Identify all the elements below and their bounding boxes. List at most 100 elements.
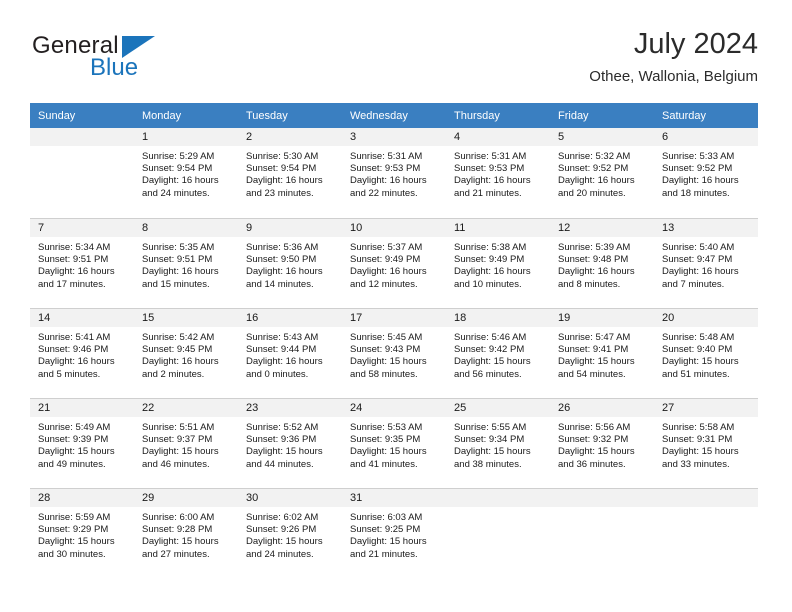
calendar-day-cell[interactable]: 7 Sunrise: 5:34 AM Sunset: 9:51 PM Daylight…	[30, 218, 134, 308]
day-cell-inner: 7 Sunrise: 5:34 AM Sunset: 9:51 PM Daylight…	[30, 218, 134, 308]
calendar-day-cell[interactable]: 25 Sunrise: 5:55 AM Sunset: 9:34 PM Dayligh…	[446, 398, 550, 488]
day-cell-inner: 31 Sunrise: 6:03 AM Sunset: 9:25 PM Dayligh…	[342, 488, 446, 578]
calendar-day-cell[interactable]: 29 Sunrise: 6:00 AM Sunset: 9:28 PM Dayligh…	[134, 488, 238, 578]
day-details: Sunrise: 5:36 AM Sunset: 9:50 PM Daylight:…	[238, 237, 342, 291]
day-details: Sunrise: 6:02 AM Sunset: 9:26 PM Daylight:…	[238, 507, 342, 561]
sunset-text: Sunset: 9:44 PM	[246, 344, 317, 356]
calendar-day-cell[interactable]: 28 Sunrise: 5:59 AM Sunset: 9:29 PM Dayligh…	[30, 488, 134, 578]
sunrise-text: Sunrise: 5:38 AM	[454, 242, 527, 253]
calendar-day-cell[interactable]: 1 Sunrise: 5:29 AM Sunset: 9:54 PM Daylight…	[134, 128, 238, 218]
day-cell-inner: 25 Sunrise: 5:55 AM Sunset: 9:34 PM Dayligh…	[446, 398, 550, 488]
daylight-text-line2: and 5 minutes.	[38, 368, 101, 380]
daylight-text-line2: and 18 minutes.	[662, 187, 730, 199]
day-details: Sunrise: 5:35 AM Sunset: 9:51 PM Daylight:…	[134, 237, 238, 291]
brand-logo[interactable]: General Blue	[30, 32, 230, 88]
day-number	[654, 489, 758, 507]
calendar-day-cell[interactable]: 24 Sunrise: 5:53 AM Sunset: 9:35 PM Dayligh…	[342, 398, 446, 488]
daylight-text-line2: and 0 minutes.	[246, 368, 309, 380]
day-cell-inner: 11 Sunrise: 5:38 AM Sunset: 9:49 PM Dayligh…	[446, 218, 550, 308]
sunrise-text: Sunrise: 5:30 AM	[246, 151, 319, 162]
daylight-text-line2: and 58 minutes.	[350, 368, 418, 380]
daylight-text-line2: and 33 minutes.	[662, 458, 730, 470]
daylight-text-line2: and 22 minutes.	[350, 187, 418, 199]
calendar-day-cell[interactable]: 26 Sunrise: 5:56 AM Sunset: 9:32 PM Dayligh…	[550, 398, 654, 488]
calendar-day-cell[interactable]: 12 Sunrise: 5:39 AM Sunset: 9:48 PM Dayligh…	[550, 218, 654, 308]
day-cell-inner: 27 Sunrise: 5:58 AM Sunset: 9:31 PM Dayligh…	[654, 398, 758, 488]
daylight-text-line2: and 49 minutes.	[38, 458, 106, 470]
day-number: 26	[550, 399, 654, 417]
calendar-day-cell[interactable]: 9 Sunrise: 5:36 AM Sunset: 9:50 PM Daylight…	[238, 218, 342, 308]
calendar-day-cell[interactable]: 18 Sunrise: 5:46 AM Sunset: 9:42 PM Dayligh…	[446, 308, 550, 398]
sunrise-text: Sunrise: 6:00 AM	[142, 512, 215, 523]
daylight-text-line2: and 14 minutes.	[246, 278, 314, 290]
daylight-text-line2: and 2 minutes.	[142, 368, 205, 380]
calendar-day-cell[interactable]: 10 Sunrise: 5:37 AM Sunset: 9:49 PM Dayligh…	[342, 218, 446, 308]
calendar-day-cell[interactable]: 22 Sunrise: 5:51 AM Sunset: 9:37 PM Dayligh…	[134, 398, 238, 488]
daylight-text-line1: Daylight: 15 hours	[558, 446, 635, 458]
calendar-day-cell[interactable]: 17 Sunrise: 5:45 AM Sunset: 9:43 PM Dayligh…	[342, 308, 446, 398]
day-number: 7	[30, 219, 134, 237]
calendar-day-cell[interactable]: 20 Sunrise: 5:48 AM Sunset: 9:40 PM Dayligh…	[654, 308, 758, 398]
daylight-text-line1: Daylight: 16 hours	[350, 175, 427, 187]
calendar-day-cell[interactable]: 30 Sunrise: 6:02 AM Sunset: 9:26 PM Dayligh…	[238, 488, 342, 578]
day-details: Sunrise: 5:30 AM Sunset: 9:54 PM Daylight:…	[238, 146, 342, 200]
daylight-text-line2: and 12 minutes.	[350, 278, 418, 290]
day-cell-inner: 15 Sunrise: 5:42 AM Sunset: 9:45 PM Dayligh…	[134, 308, 238, 398]
calendar-day-cell[interactable]: 3 Sunrise: 5:31 AM Sunset: 9:53 PM Daylight…	[342, 128, 446, 218]
daylight-text-line2: and 51 minutes.	[662, 368, 730, 380]
daylight-text-line2: and 30 minutes.	[38, 548, 106, 560]
day-details: Sunrise: 5:48 AM Sunset: 9:40 PM Daylight:…	[654, 327, 758, 381]
weekday-header-saturday: Saturday	[654, 103, 758, 128]
day-number: 29	[134, 489, 238, 507]
calendar-day-cell[interactable]: 6 Sunrise: 5:33 AM Sunset: 9:52 PM Daylight…	[654, 128, 758, 218]
day-cell-inner	[654, 488, 758, 578]
calendar-day-cell[interactable]: 21 Sunrise: 5:49 AM Sunset: 9:39 PM Dayligh…	[30, 398, 134, 488]
calendar-day-cell[interactable]: 11 Sunrise: 5:38 AM Sunset: 9:49 PM Dayligh…	[446, 218, 550, 308]
day-number: 27	[654, 399, 758, 417]
day-cell-inner: 30 Sunrise: 6:02 AM Sunset: 9:26 PM Dayligh…	[238, 488, 342, 578]
day-cell-inner: 10 Sunrise: 5:37 AM Sunset: 9:49 PM Dayligh…	[342, 218, 446, 308]
sunrise-text: Sunrise: 5:32 AM	[558, 151, 631, 162]
calendar-week-row: 1 Sunrise: 5:29 AM Sunset: 9:54 PM Daylight…	[30, 128, 758, 218]
calendar-day-cell[interactable]: 19 Sunrise: 5:47 AM Sunset: 9:41 PM Dayligh…	[550, 308, 654, 398]
weekday-header-tuesday: Tuesday	[238, 103, 342, 128]
calendar-day-cell[interactable]: 23 Sunrise: 5:52 AM Sunset: 9:36 PM Dayligh…	[238, 398, 342, 488]
calendar-header-row: Sunday Monday Tuesday Wednesday Thursday…	[30, 103, 758, 128]
daylight-text-line2: and 54 minutes.	[558, 368, 626, 380]
calendar-day-cell[interactable]: 31 Sunrise: 6:03 AM Sunset: 9:25 PM Dayligh…	[342, 488, 446, 578]
daylight-text-line1: Daylight: 15 hours	[350, 356, 427, 368]
calendar-day-cell[interactable]: 27 Sunrise: 5:58 AM Sunset: 9:31 PM Dayligh…	[654, 398, 758, 488]
sunset-text: Sunset: 9:51 PM	[38, 254, 109, 266]
calendar-day-cell[interactable]: 13 Sunrise: 5:40 AM Sunset: 9:47 PM Dayligh…	[654, 218, 758, 308]
day-cell-inner: 2 Sunrise: 5:30 AM Sunset: 9:54 PM Daylight…	[238, 128, 342, 218]
day-number	[550, 489, 654, 507]
sunrise-text: Sunrise: 5:56 AM	[558, 422, 631, 433]
sunrise-text: Sunrise: 6:03 AM	[350, 512, 423, 523]
daylight-text-line2: and 8 minutes.	[558, 278, 621, 290]
calendar-day-cell[interactable]: 15 Sunrise: 5:42 AM Sunset: 9:45 PM Dayligh…	[134, 308, 238, 398]
sunset-text: Sunset: 9:50 PM	[246, 254, 317, 266]
daylight-text-line1: Daylight: 15 hours	[142, 536, 219, 548]
calendar-day-cell[interactable]: 14 Sunrise: 5:41 AM Sunset: 9:46 PM Dayligh…	[30, 308, 134, 398]
day-number: 13	[654, 219, 758, 237]
sunrise-text: Sunrise: 5:48 AM	[662, 332, 735, 343]
calendar-day-cell[interactable]: 5 Sunrise: 5:32 AM Sunset: 9:52 PM Daylight…	[550, 128, 654, 218]
day-cell-inner: 24 Sunrise: 5:53 AM Sunset: 9:35 PM Dayligh…	[342, 398, 446, 488]
sunrise-text: Sunrise: 5:37 AM	[350, 242, 423, 253]
sunrise-text: Sunrise: 5:51 AM	[142, 422, 215, 433]
sunset-text: Sunset: 9:37 PM	[142, 434, 213, 446]
calendar-day-cell[interactable]: 8 Sunrise: 5:35 AM Sunset: 9:51 PM Daylight…	[134, 218, 238, 308]
day-details: Sunrise: 5:37 AM Sunset: 9:49 PM Daylight:…	[342, 237, 446, 291]
daylight-text-line1: Daylight: 16 hours	[38, 356, 115, 368]
calendar-day-cell[interactable]: 16 Sunrise: 5:43 AM Sunset: 9:44 PM Dayligh…	[238, 308, 342, 398]
day-details: Sunrise: 5:56 AM Sunset: 9:32 PM Daylight:…	[550, 417, 654, 471]
day-cell-inner: 28 Sunrise: 5:59 AM Sunset: 9:29 PM Dayligh…	[30, 488, 134, 578]
calendar-day-cell[interactable]: 4 Sunrise: 5:31 AM Sunset: 9:53 PM Daylight…	[446, 128, 550, 218]
day-details: Sunrise: 5:32 AM Sunset: 9:52 PM Daylight:…	[550, 146, 654, 200]
daylight-text-line2: and 15 minutes.	[142, 278, 210, 290]
daylight-text-line1: Daylight: 15 hours	[142, 446, 219, 458]
day-details: Sunrise: 5:34 AM Sunset: 9:51 PM Daylight:…	[30, 237, 134, 291]
day-cell-inner: 18 Sunrise: 5:46 AM Sunset: 9:42 PM Dayligh…	[446, 308, 550, 398]
day-details: Sunrise: 5:59 AM Sunset: 9:29 PM Daylight:…	[30, 507, 134, 561]
calendar-day-cell[interactable]: 2 Sunrise: 5:30 AM Sunset: 9:54 PM Daylight…	[238, 128, 342, 218]
